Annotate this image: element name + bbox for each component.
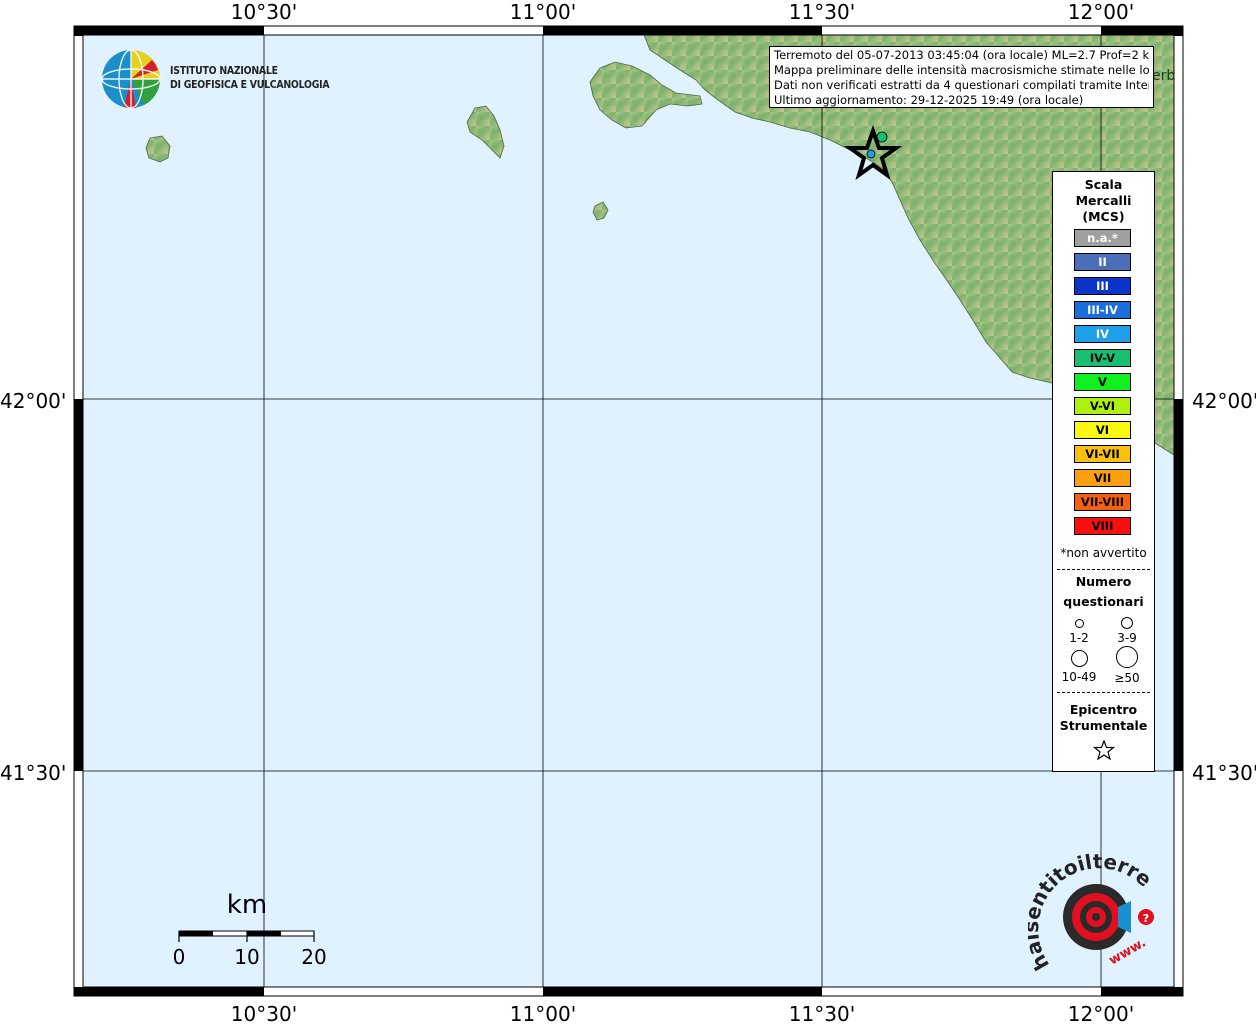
axis-right-2: 41°30' [1192,761,1256,785]
axis-bottom-1: 10°30' [230,1002,298,1026]
legend-panel: Scala Mercalli (MCS) n.a.* II III III-IV IV I… [1052,171,1155,772]
legend-title-3: (MCS) [1082,209,1125,224]
intensity-point-iv [866,149,876,159]
size-circle-small [1075,619,1084,628]
ingv-logo: ISTITUTO NAZIONALE DI GEOFISICA E VULCAN… [100,48,330,110]
intensity-swatch: V [1074,373,1131,391]
intensity-swatch: VIII [1074,517,1131,535]
intensity-swatch: VI [1074,421,1131,439]
ingv-name-line2: DI GEOFISICA E VULCANOLOGIA [170,78,330,91]
epicenter-title-1: Epicentro [1069,702,1138,717]
size-circle-xlarge [1116,646,1138,668]
scale-tick-10: 10 [234,945,260,969]
intensity-swatch: II [1074,253,1131,271]
legend-title-2: Mercalli [1075,193,1132,208]
legend-title-1: Scala [1084,177,1123,192]
info-line-1: Terremoto del 05-07-2013 03:45:04 (ora l… [774,48,1149,62]
epicenter-star-icon [1093,739,1115,761]
questionnaire-title-2: questionari [1063,594,1144,609]
intensity-swatch: IV-V [1074,349,1131,367]
intensity-swatch: VII [1074,469,1131,487]
size-circle-large [1071,650,1088,667]
intensity-swatch: n.a.* [1074,229,1131,247]
axis-left-2: 41°30' [0,761,67,785]
size-label-2: 3-9 [1117,631,1137,645]
scale-tick-0: 0 [172,945,186,969]
intensity-point-iv-v [876,131,888,143]
intensity-swatch: VI-VII [1074,445,1131,463]
place-label-partial: erb [1152,68,1176,84]
axis-top-1: 10°30' [230,0,298,24]
axis-bottom-3: 11°30' [788,1002,856,1026]
axis-top-4: 12°00' [1067,0,1135,24]
legend-note: *non avvertito [1060,546,1147,560]
intensity-swatch: IV [1074,325,1131,343]
event-info-box: Terremoto del 05-07-2013 03:45:04 (ora l… [769,46,1154,108]
axis-top-3: 11°30' [788,0,856,24]
size-circle-medium [1121,617,1133,629]
size-label-4: ≥50 [1114,671,1140,685]
intensity-swatch: III [1074,277,1131,295]
info-line-2: Mappa preliminare delle intensità macros… [774,63,1149,77]
legend-separator [1057,692,1150,693]
questionnaire-title-1: Numero [1075,574,1132,589]
size-label-3: 10-49 [1061,670,1097,684]
epicenter-title-2: Strumentale [1059,718,1148,733]
info-line-4: Ultimo aggiornamento: 29-12-2025 19:49 (… [774,93,1084,107]
ingv-name-line1: ISTITUTO NAZIONALE [170,64,278,77]
axis-left-1: 42°00' [0,389,67,413]
intensity-swatch: VII-VIII [1074,493,1131,511]
intensity-swatch: V-VI [1074,397,1131,415]
globe-icon [101,49,161,109]
axis-right-1: 42°00' [1192,389,1256,413]
size-label-1: 1-2 [1069,631,1089,645]
scale-unit: km [226,890,268,920]
info-line-3: Dati non verificati estratti da 4 questi… [774,78,1149,92]
scale-tick-20: 20 [301,945,327,969]
svg-text:?: ? [1143,912,1149,925]
intensity-swatch: III-IV [1074,301,1131,319]
legend-separator [1057,569,1150,570]
haisentito-logo: haisentitoilterremoto.it ? www. [1028,853,1157,975]
axis-bottom-4: 12°00' [1067,1002,1135,1026]
axis-top-2: 11°00' [509,0,577,24]
axis-bottom-2: 11°00' [509,1002,577,1026]
